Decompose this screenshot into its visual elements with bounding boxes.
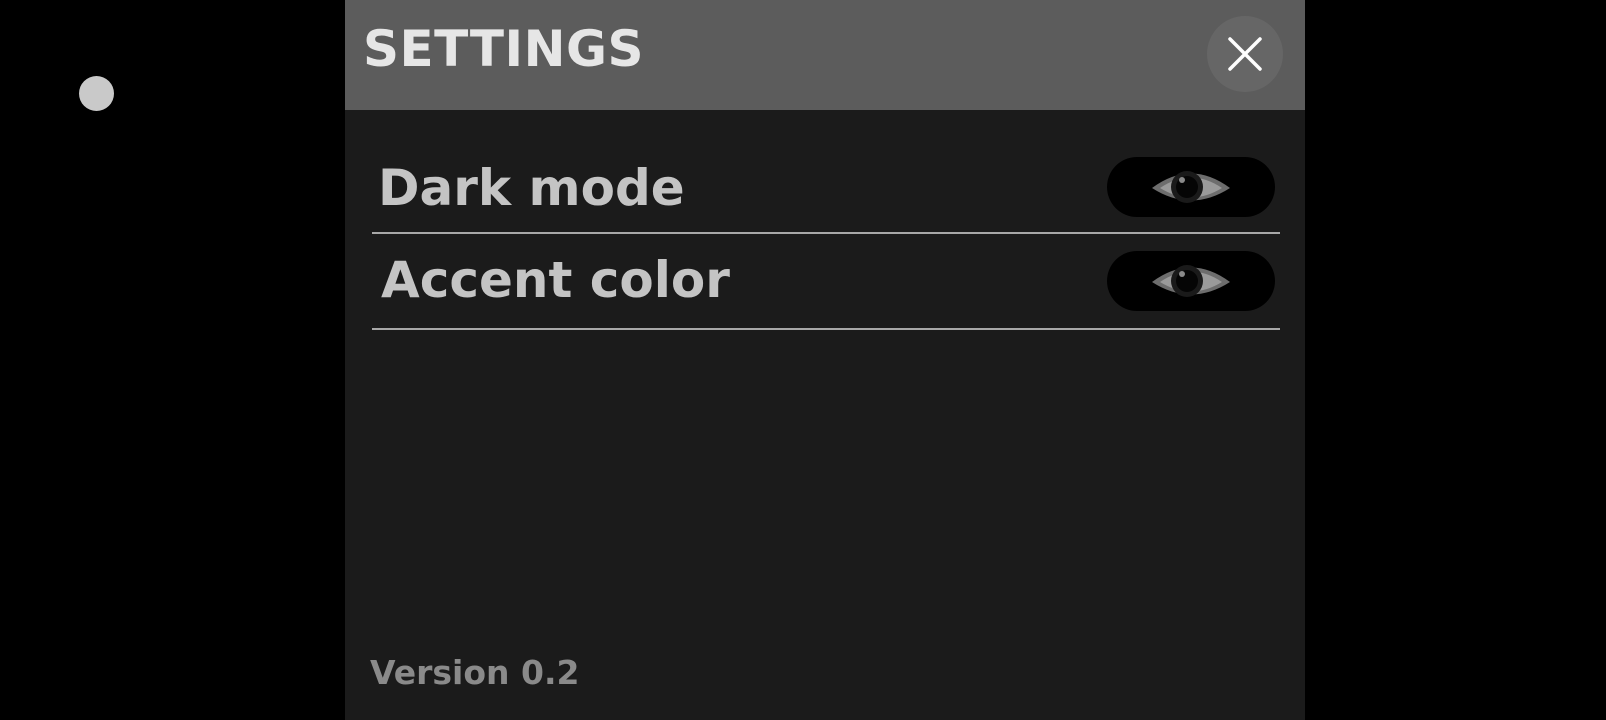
- settings-list: Dark mode Accent color: [372, 140, 1280, 330]
- close-button[interactable]: [1207, 16, 1283, 92]
- close-icon: [1228, 37, 1262, 71]
- eye-icon: [1152, 171, 1230, 203]
- version-text: Version 0.2: [370, 653, 580, 692]
- page-title: SETTINGS: [363, 20, 645, 78]
- setting-row-dark-mode: Dark mode: [372, 140, 1280, 234]
- accent-color-toggle[interactable]: [1107, 251, 1275, 311]
- setting-label-accent-color: Accent color: [381, 251, 730, 309]
- setting-row-accent-color: Accent color: [372, 234, 1280, 330]
- settings-header: SETTINGS: [345, 0, 1305, 110]
- setting-label-dark-mode: Dark mode: [378, 159, 685, 217]
- settings-panel: SETTINGS Dark mode Accent color Version …: [345, 0, 1305, 720]
- eye-icon: [1152, 265, 1230, 297]
- dark-mode-toggle[interactable]: [1107, 157, 1275, 217]
- screen: SETTINGS Dark mode Accent color Version …: [0, 0, 1606, 720]
- camera-cutout: [79, 76, 114, 111]
